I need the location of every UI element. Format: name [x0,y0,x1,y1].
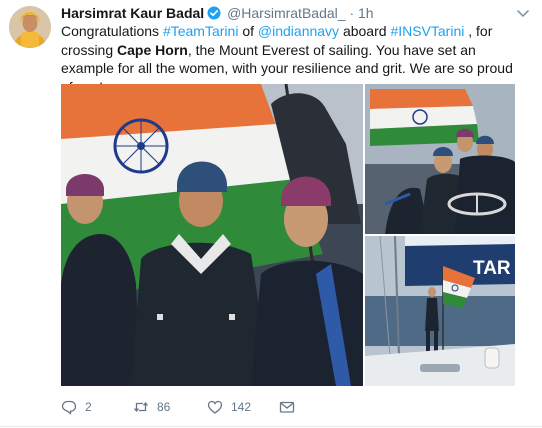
sail-text: TAR [473,258,511,279]
text-segment: of [238,23,258,39]
reply-icon [61,399,77,415]
tweet-actions: 2 86 142 [61,397,361,417]
mention-indiannavy[interactable]: @indiannavy [258,23,339,39]
heart-icon [207,399,223,415]
reply-count: 2 [85,400,92,414]
photo-crew-with-flag[interactable] [61,84,363,386]
reply-button[interactable]: 2 [61,397,92,417]
retweet-count: 86 [157,400,171,414]
tweet-timestamp[interactable]: 1h [358,5,374,21]
avatar[interactable] [9,6,51,48]
text-segment: aboard [339,23,391,39]
text-segment: Congratulations [61,23,163,39]
hashtag-insvtarini[interactable]: #INSVTarini [390,23,464,39]
bold-cape-horn: Cape Horn [117,41,188,58]
divider [0,426,542,427]
retweet-icon [133,399,149,415]
hashtag-teamtarini[interactable]: #TeamTarini [163,23,238,39]
like-count: 142 [231,400,252,414]
direct-message-button[interactable] [279,397,295,417]
author-handle[interactable]: @HarsimratBadal_ [227,5,345,21]
tweet-header: Harsimrat Kaur Badal @HarsimratBadal_ · … [61,4,374,24]
separator-dot: · [349,5,355,21]
envelope-icon [279,399,295,415]
chevron-down-icon[interactable] [516,6,530,18]
author-name[interactable]: Harsimrat Kaur Badal [61,5,204,21]
like-button[interactable]: 142 [207,397,251,417]
photo-crew-on-deck[interactable] [365,84,515,234]
media-grid: TAR [61,84,515,386]
tweet[interactable]: Harsimrat Kaur Badal @HarsimratBadal_ · … [0,0,542,428]
photo-sailor-on-boat[interactable]: TAR [365,236,515,386]
retweet-button[interactable]: 86 [133,397,170,417]
